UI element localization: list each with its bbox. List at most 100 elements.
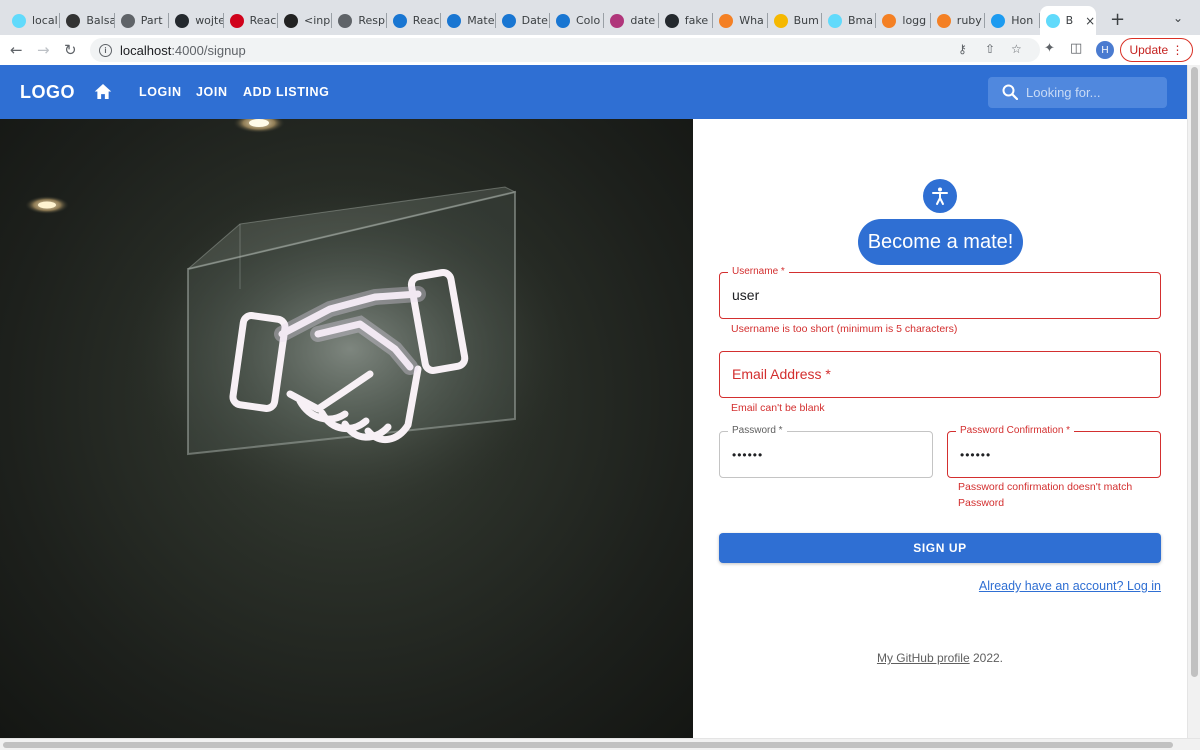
update-label: Update xyxy=(1129,43,1169,57)
vertical-scrollbar[interactable] xyxy=(1187,65,1200,738)
browser-tab[interactable]: Reac xyxy=(387,6,442,35)
browser-tab-label: date xyxy=(630,14,656,27)
side-panel-icon[interactable]: ◫ xyxy=(1070,41,1082,56)
browser-tab-label: ruby xyxy=(956,14,982,27)
site-info-icon[interactable]: i xyxy=(99,43,112,57)
extensions-puzzle-icon[interactable]: ✦ xyxy=(1044,41,1055,56)
browser-tab-label: B xyxy=(1065,14,1074,27)
address-bar[interactable]: i localhost:4000/signup xyxy=(90,38,1040,62)
balsamiq-icon xyxy=(66,13,81,28)
browser-toolbar: ← → ↻ i localhost:4000/signup ⚷ ⇧ ☆ ✦ ◫ … xyxy=(0,35,1200,65)
browser-tab[interactable]: B × xyxy=(1039,6,1096,35)
horizontal-scrollbar[interactable] xyxy=(0,738,1200,750)
browser-tab[interactable]: Mate xyxy=(441,6,496,35)
browser-tab[interactable]: Part xyxy=(115,6,170,35)
nav-login[interactable]: LOGIN xyxy=(139,85,182,99)
username-field[interactable]: Username * user xyxy=(719,266,1161,319)
mui-icon xyxy=(556,13,570,28)
browser-tab[interactable]: fake xyxy=(659,6,714,35)
react-icon xyxy=(828,13,842,28)
logo[interactable]: LOGO xyxy=(20,82,75,103)
mui-icon xyxy=(447,13,462,28)
page-title: Become a mate! xyxy=(858,219,1023,265)
reload-icon[interactable]: ↻ xyxy=(64,41,77,59)
browser-tab[interactable]: ruby xyxy=(931,6,986,35)
stackoverflow-icon xyxy=(719,13,734,28)
browser-tab[interactable]: local xyxy=(6,6,61,35)
home-icon[interactable] xyxy=(94,83,112,100)
browser-tab[interactable]: Wha xyxy=(713,6,768,35)
github-icon xyxy=(175,13,190,28)
browser-tab[interactable]: Reac xyxy=(224,6,278,35)
github-icon xyxy=(664,13,679,28)
twitter-icon xyxy=(991,13,1006,28)
stackoverflow-icon xyxy=(882,13,897,28)
bumble-icon xyxy=(773,13,788,28)
mui-icon xyxy=(501,13,516,28)
github-profile-link[interactable]: My GitHub profile xyxy=(877,651,970,665)
browser-tab-label: logg xyxy=(902,14,927,27)
browser-tab[interactable]: wojte xyxy=(169,6,224,35)
browser-tab[interactable]: date xyxy=(604,6,659,35)
back-arrow-icon[interactable]: ← xyxy=(10,41,23,59)
search-box xyxy=(988,77,1167,108)
browser-tab[interactable]: Hon xyxy=(985,6,1040,35)
browser-tab[interactable]: Bma xyxy=(822,6,877,35)
browser-tab-label: Hon xyxy=(1011,14,1034,27)
key-icon[interactable]: ⚷ xyxy=(958,42,967,56)
neon-handshake-illustration xyxy=(25,119,580,519)
footer: My GitHub profile 2022. xyxy=(693,651,1187,665)
react-icon xyxy=(1045,13,1060,28)
browser-tab[interactable]: Date xyxy=(496,6,550,35)
url-text[interactable]: localhost:4000/signup xyxy=(120,43,246,58)
footer-year: 2022. xyxy=(969,651,1004,665)
password-label: Password * xyxy=(728,425,787,437)
browser-tab-label: Bum xyxy=(793,14,819,27)
profile-avatar[interactable]: H xyxy=(1096,41,1114,59)
password-confirmation-error-line1: Password confirmation doesn't match xyxy=(958,481,1133,493)
browser-tab-label: local xyxy=(32,14,58,27)
password-confirmation-label: Password Confirmation * xyxy=(956,425,1075,437)
email-field[interactable]: Email Address * xyxy=(719,351,1161,398)
browser-tab-label: fake xyxy=(684,14,709,27)
password-input[interactable]: •••••• xyxy=(732,448,763,462)
nav-add-listing[interactable]: ADD LISTING xyxy=(243,85,329,99)
username-input[interactable]: user xyxy=(732,287,759,303)
document-icon xyxy=(120,13,135,28)
accessibility-avatar xyxy=(923,179,957,213)
browser-tab-label: Reac xyxy=(412,14,440,27)
browser-tab-label: Colo xyxy=(576,14,601,27)
search-input[interactable] xyxy=(1026,81,1161,104)
nav-join[interactable]: JOIN xyxy=(196,85,228,99)
browser-tab[interactable]: Bum xyxy=(768,6,822,35)
stackoverflow-icon xyxy=(936,13,951,28)
browser-tab[interactable]: logg xyxy=(876,6,931,35)
browser-tab[interactable]: <inp xyxy=(278,6,333,35)
regex-icon xyxy=(610,13,625,28)
tab-search-chevron-icon[interactable]: ⌄ xyxy=(1173,11,1183,25)
close-tab-icon[interactable]: × xyxy=(1085,14,1095,28)
browser-tab[interactable]: Colo xyxy=(550,6,605,35)
share-icon[interactable]: ⇧ xyxy=(985,42,995,56)
sign-up-button[interactable]: SIGN UP xyxy=(719,533,1161,563)
browser-tab-label: Date xyxy=(521,14,548,27)
horizontal-scroll-thumb[interactable] xyxy=(3,742,1173,748)
browser-tab-label: Part xyxy=(140,14,163,27)
new-tab-button[interactable]: + xyxy=(1110,9,1125,30)
browser-tab[interactable]: Balsa xyxy=(60,6,115,35)
bookmark-star-icon[interactable]: ☆ xyxy=(1011,42,1022,56)
password-confirmation-input[interactable]: •••••• xyxy=(960,448,991,462)
password-field[interactable]: Password * •••••• xyxy=(719,425,933,478)
update-button[interactable]: Update ⋮ xyxy=(1120,38,1193,62)
react-icon xyxy=(12,13,26,28)
forward-arrow-icon[interactable]: → xyxy=(37,41,50,59)
vertical-scroll-thumb[interactable] xyxy=(1191,67,1198,677)
url-host: localhost xyxy=(120,42,172,58)
react-router-icon xyxy=(229,13,244,28)
email-label: Email Address * xyxy=(732,366,831,382)
password-confirmation-field[interactable]: Password Confirmation * •••••• xyxy=(947,425,1161,478)
browser-tab[interactable]: Resp xyxy=(332,6,387,35)
search-icon xyxy=(1002,84,1018,100)
browser-tab-label: Balsa xyxy=(86,14,115,27)
login-link[interactable]: Already have an account? Log in xyxy=(979,579,1161,593)
